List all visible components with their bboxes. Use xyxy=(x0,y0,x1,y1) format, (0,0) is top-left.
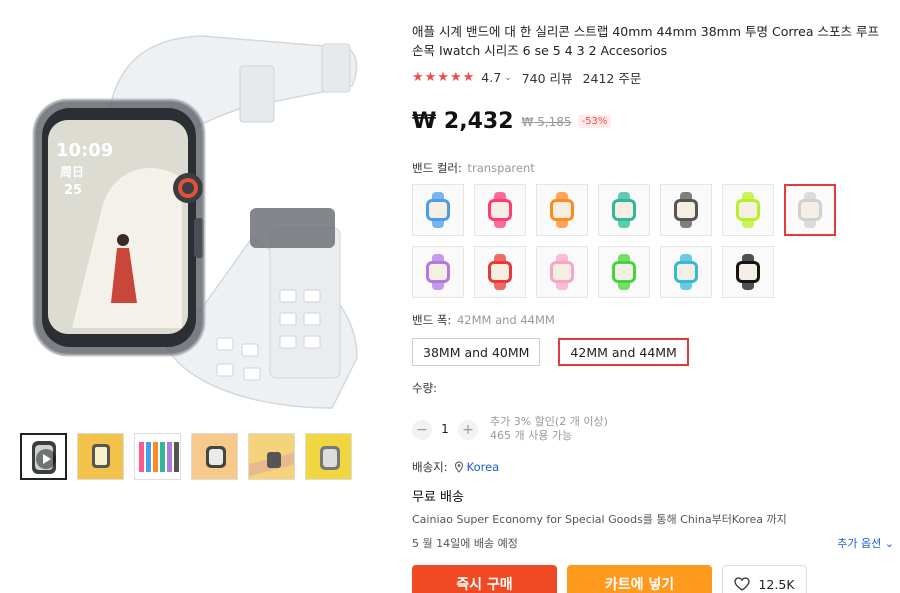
stock-available: 465 개 사용 가능 xyxy=(490,429,573,442)
color-swatch[interactable] xyxy=(536,246,588,298)
watch-band-icon xyxy=(550,254,574,290)
watch-band-icon xyxy=(798,192,822,228)
thumbnail-6[interactable] xyxy=(305,433,352,480)
purchase-actions: 즉시 구매 카트에 넣기 12.5K xyxy=(412,565,894,593)
ship-to-label: 배송지: xyxy=(412,460,448,474)
color-label-row: 밴드 컬러: transparent xyxy=(412,160,894,176)
more-shipping-options-link[interactable]: 추가 옵션 ⌄ xyxy=(837,535,894,551)
color-swatch[interactable] xyxy=(598,246,650,298)
quantity-note: 추가 3% 할인(2 개 이상) 465 개 사용 가능 xyxy=(490,415,608,443)
watch-time: 10:09 xyxy=(56,140,113,161)
width-label: 밴드 폭: xyxy=(412,313,452,327)
order-count: 2412 주문 xyxy=(582,71,642,86)
color-swatch[interactable] xyxy=(660,246,712,298)
watch-day: 周日 xyxy=(60,165,84,179)
discount-badge: -53% xyxy=(577,115,612,128)
free-shipping-label: 무료 배송 xyxy=(412,490,464,505)
wishlist-button[interactable]: 12.5K xyxy=(722,565,807,593)
location-pin-icon xyxy=(454,461,463,473)
original-price: ₩ 5,185 xyxy=(521,114,572,129)
color-swatch[interactable] xyxy=(722,184,774,236)
selected-width-name: 42MM and 44MM xyxy=(456,313,555,327)
decrement-button[interactable]: − xyxy=(412,420,432,440)
watch-band-icon xyxy=(674,254,698,290)
product-info: 애플 시계 밴드에 대 한 실리콘 스트랩 40mm 44mm 38mm 투명 … xyxy=(412,22,894,593)
thumbnail-video[interactable] xyxy=(20,433,67,480)
ship-to-location[interactable]: Korea xyxy=(467,460,500,474)
color-swatch[interactable] xyxy=(722,246,774,298)
shipping-eta: 5 월 14일에 배송 예정 xyxy=(412,537,518,550)
review-count[interactable]: 740 리뷰 xyxy=(522,68,573,87)
add-to-cart-button[interactable]: 카트에 넣기 xyxy=(567,565,712,593)
watch-date: 25 xyxy=(64,183,82,198)
watch-band-icon xyxy=(612,192,636,228)
watch-band-icon xyxy=(426,254,450,290)
color-swatch[interactable] xyxy=(536,184,588,236)
watch-band-icon xyxy=(736,254,760,290)
color-swatch[interactable] xyxy=(784,184,836,236)
width-option-42-44[interactable]: 42MM and 44MM xyxy=(558,338,689,366)
thumbnail-3[interactable] xyxy=(134,433,181,480)
more-options-label: 추가 옵션 xyxy=(837,537,882,550)
heart-icon xyxy=(734,577,751,591)
color-swatch[interactable] xyxy=(412,246,464,298)
color-swatch[interactable] xyxy=(474,184,526,236)
watch-band-icon xyxy=(736,192,760,228)
thumbnail-5[interactable] xyxy=(248,433,295,480)
chevron-down-icon: ⌄ xyxy=(884,537,894,550)
watch-band-icon xyxy=(426,192,450,228)
watch-band-icon xyxy=(488,192,512,228)
color-swatch[interactable] xyxy=(598,184,650,236)
chevron-down-icon[interactable]: ⌄ xyxy=(504,73,512,83)
selected-color-name: transparent xyxy=(467,161,535,175)
rating-value[interactable]: 4.7 xyxy=(481,70,501,85)
quantity-value[interactable]: 1 xyxy=(432,422,458,436)
current-price: ₩ 2,432 xyxy=(412,109,514,134)
play-icon xyxy=(36,449,56,469)
ship-to-row: 배송지: Korea xyxy=(412,459,894,475)
width-options: 38MM and 40MM 42MM and 44MM xyxy=(412,338,894,366)
watch-band-icon xyxy=(674,192,698,228)
thumbnail-2[interactable] xyxy=(77,433,124,480)
quantity-stepper: − 1 + 추가 3% 할인(2 개 이상) 465 개 사용 가능 xyxy=(412,410,894,443)
buy-now-button[interactable]: 즉시 구매 xyxy=(412,565,557,593)
thumbnail-4[interactable] xyxy=(191,433,238,480)
shipping-eta-row: 5 월 14일에 배송 예정 추가 옵션 ⌄ xyxy=(412,535,894,551)
rating-row: ★★★★★ 4.7 ⌄ 740 리뷰 2412 주문 xyxy=(412,68,894,87)
width-label-row: 밴드 폭: 42MM and 44MM xyxy=(412,312,894,328)
watch-band-icon xyxy=(488,254,512,290)
bulk-discount-note: 추가 3% 할인(2 개 이상) xyxy=(490,415,608,428)
wishlist-count: 12.5K xyxy=(758,576,795,592)
price-row: ₩ 2,432 ₩ 5,185 -53% xyxy=(412,109,894,134)
increment-button[interactable]: + xyxy=(458,420,478,440)
main-product-image[interactable]: 10:09 周日 25 xyxy=(12,8,382,418)
width-option-38-40[interactable]: 38MM and 40MM xyxy=(412,338,541,366)
color-swatch[interactable] xyxy=(412,184,464,236)
color-swatch[interactable] xyxy=(660,184,712,236)
star-rating-icon: ★★★★★ xyxy=(412,70,476,85)
thumbnail-strip xyxy=(20,433,352,480)
quantity-label: 수량: xyxy=(412,381,438,395)
watch-band-icon xyxy=(612,254,636,290)
color-swatch-grid xyxy=(412,184,894,298)
color-swatch[interactable] xyxy=(474,246,526,298)
shipping-description: Cainiao Super Economy for Special Goods를… xyxy=(412,513,787,526)
color-label: 밴드 컬러: xyxy=(412,161,462,175)
product-title: 애플 시계 밴드에 대 한 실리콘 스트랩 40mm 44mm 38mm 투명 … xyxy=(412,24,879,58)
watch-band-icon xyxy=(550,192,574,228)
